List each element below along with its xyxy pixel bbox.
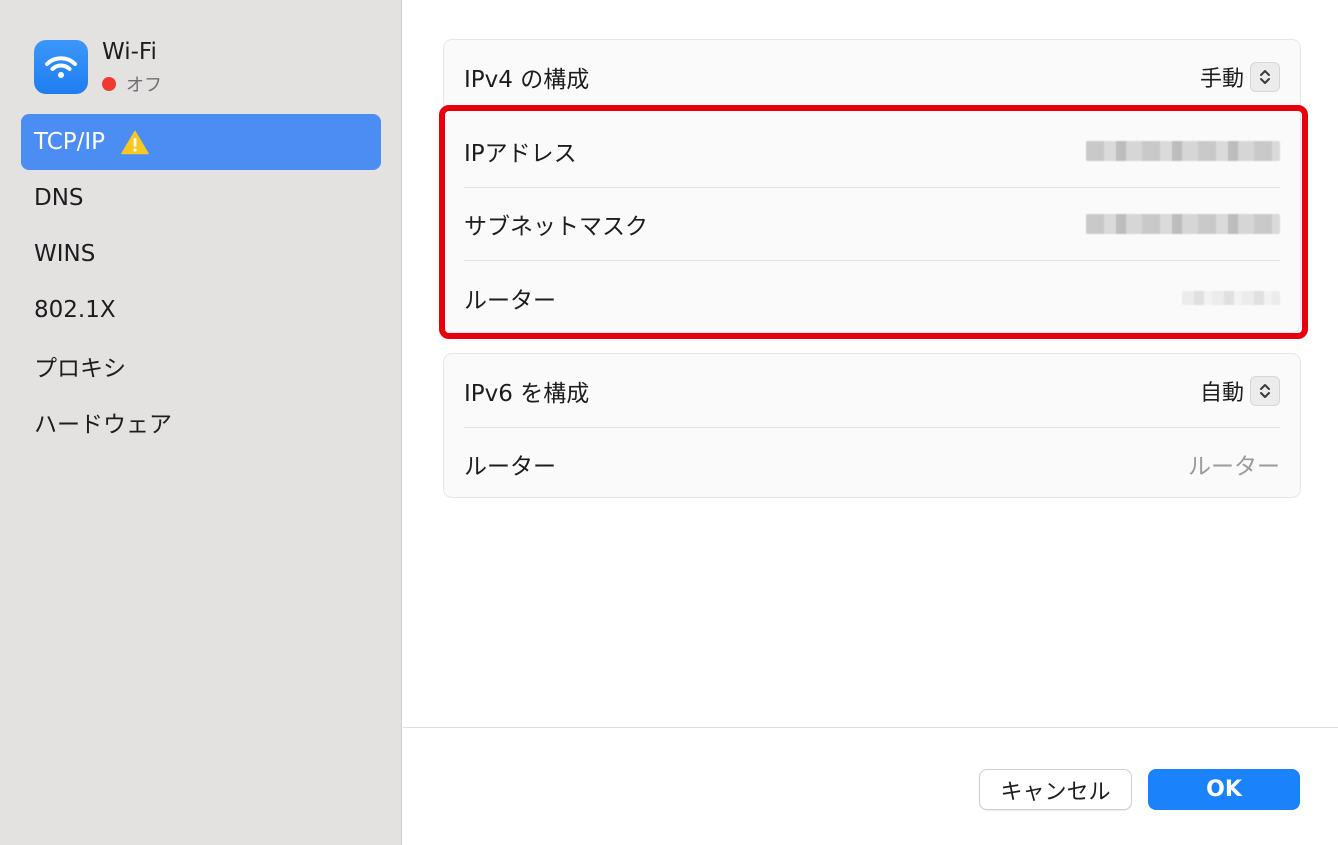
chevron-updown-icon	[1250, 61, 1280, 92]
ipv6-group: IPv6 を構成 自動 ルーター ルーター	[443, 353, 1301, 498]
highlight-box	[439, 105, 1308, 339]
network-name: Wi-Fi	[102, 39, 157, 65]
status-dot-icon	[102, 77, 116, 91]
cancel-button[interactable]: キャンセル	[979, 769, 1132, 810]
sidebar-item-tcpip[interactable]: TCP/IP	[21, 114, 381, 170]
ipv6-router-row: ルーター ルーター	[464, 427, 1280, 500]
sidebar: Wi-Fi オフ TCP/IP DNS WINS 802.1X プロキシ ハード…	[0, 0, 402, 845]
sidebar-list: TCP/IP DNS WINS 802.1X プロキシ ハードウェア	[21, 114, 381, 450]
sidebar-item-proxy[interactable]: プロキシ	[21, 338, 381, 394]
ipv4-configure-value: 手動	[1199, 66, 1244, 92]
sidebar-item-wins[interactable]: WINS	[21, 226, 381, 282]
sidebar-item-8021x[interactable]: 802.1X	[21, 282, 381, 338]
sidebar-item-label: DNS	[34, 185, 84, 211]
sidebar-item-label: WINS	[34, 241, 96, 267]
ipv6-configure-label: IPv6 を構成	[464, 380, 590, 407]
sidebar-item-label: ハードウェア	[34, 412, 172, 438]
ipv6-configure-value: 自動	[1199, 380, 1244, 406]
ipv6-configure-row: IPv6 を構成 自動	[464, 354, 1280, 428]
network-status-label: オフ	[126, 75, 162, 96]
ipv6-router-field[interactable]: ルーター	[1188, 447, 1280, 481]
sidebar-item-label: TCP/IP	[34, 129, 106, 155]
ipv6-router-label: ルーター	[464, 453, 556, 480]
sidebar-item-label: 802.1X	[34, 297, 116, 323]
ipv4-configure-popup[interactable]: 手動	[1200, 61, 1280, 93]
wifi-icon	[34, 40, 88, 94]
ipv4-configure-row: IPv4 の構成 手動	[464, 40, 1280, 113]
warning-icon	[121, 130, 149, 155]
footer-divider	[403, 727, 1338, 728]
network-header: Wi-Fi オフ	[34, 39, 162, 97]
chevron-updown-icon	[1250, 375, 1280, 406]
network-status: オフ	[102, 71, 162, 97]
sidebar-item-label: プロキシ	[34, 356, 126, 382]
ok-button[interactable]: OK	[1148, 769, 1300, 810]
sidebar-item-dns[interactable]: DNS	[21, 170, 381, 226]
ipv6-configure-popup[interactable]: 自動	[1200, 375, 1280, 407]
ipv4-configure-label: IPv4 の構成	[464, 66, 590, 93]
sidebar-item-hardware[interactable]: ハードウェア	[21, 394, 381, 450]
